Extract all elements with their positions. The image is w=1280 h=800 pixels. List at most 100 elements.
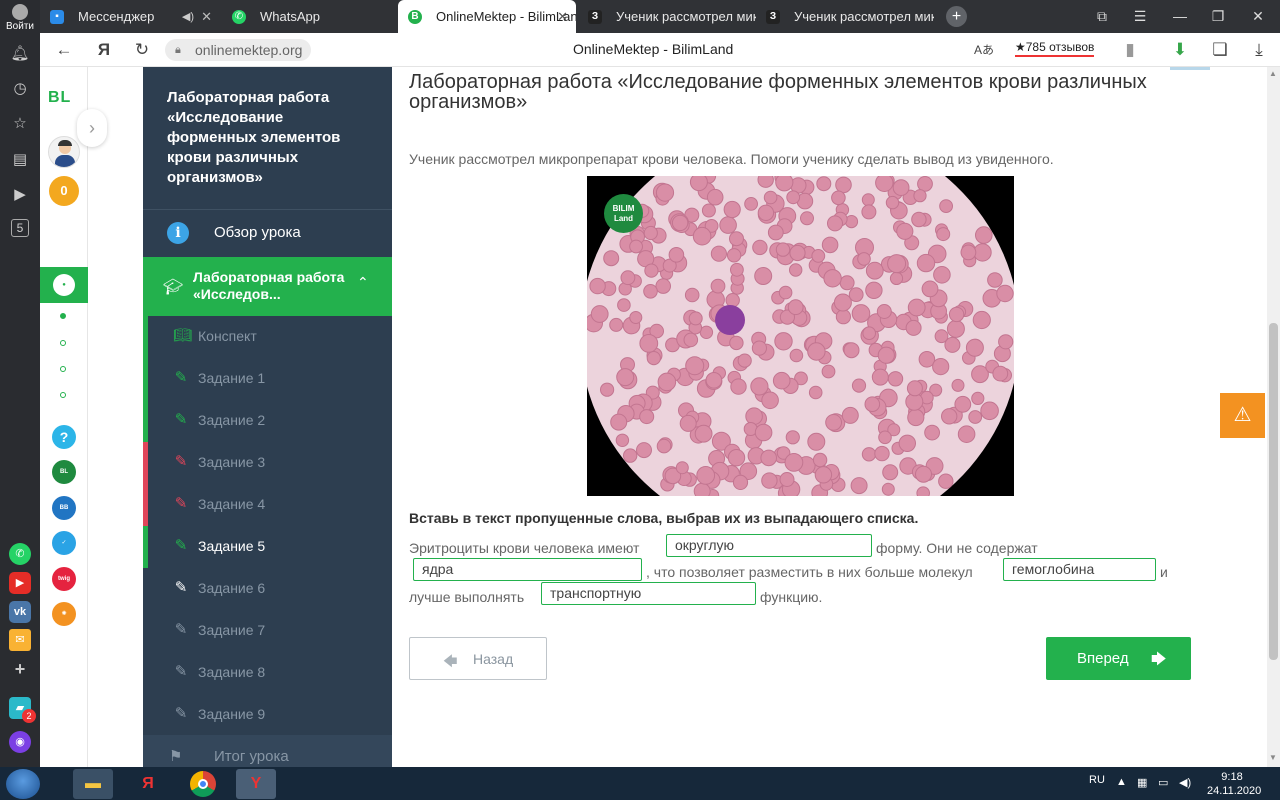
nav-section-lab[interactable]: 🎓︎ Лабораторная работа «Исследов... ⌃ xyxy=(143,257,392,316)
volume-icon[interactable]: ◀) xyxy=(1179,776,1191,789)
nav-item-task-4[interactable]: ✎ Задание 4 xyxy=(143,484,392,526)
network-icon[interactable]: ▦ xyxy=(1137,776,1147,789)
imektep-icon[interactable]: ✺ xyxy=(52,602,76,626)
tray-app-icon[interactable]: ▭ xyxy=(1158,776,1168,789)
lesson-nav: Лабораторная работа «Исследование формен… xyxy=(143,67,392,767)
bookmark-icon[interactable]: ▮ xyxy=(1118,38,1142,62)
reload-icon[interactable]: ↻ xyxy=(130,38,154,62)
nav-item-task-5[interactable]: ✎ Задание 5 xyxy=(143,526,392,568)
rail-dot[interactable] xyxy=(60,392,66,398)
scrollbar-thumb[interactable] xyxy=(1269,323,1278,660)
rail-dot[interactable] xyxy=(60,340,66,346)
add-panel-icon[interactable]: + xyxy=(9,658,31,680)
scroll-down-icon[interactable]: ▼ xyxy=(1269,753,1277,762)
tab-onlinemektep[interactable]: B OnlineMektep - BilimLand ✕ xyxy=(398,0,576,33)
bilimland-logo[interactable]: BL xyxy=(48,89,71,107)
login-button[interactable]: Войти xyxy=(5,4,35,32)
reviews-badge[interactable]: ★785 отзывов xyxy=(1015,39,1095,57)
report-problem-button[interactable]: ⚠ xyxy=(1220,393,1265,438)
star-icon[interactable]: ☆ xyxy=(8,112,32,136)
answer-select-2[interactable]: ядра xyxy=(413,558,642,581)
scroll-up-icon[interactable]: ▲ xyxy=(1269,69,1277,78)
collapse-rail-button[interactable]: › xyxy=(77,109,107,147)
sentence-text: функцию. xyxy=(760,589,823,605)
close-tab-icon[interactable]: ✕ xyxy=(201,9,212,25)
download-manager-icon[interactable]: ⬇ xyxy=(1168,38,1192,62)
chrome-icon[interactable] xyxy=(183,769,223,799)
minimize-button[interactable]: — xyxy=(1162,0,1198,33)
alice-icon[interactable]: ◉ xyxy=(9,731,31,753)
downloads-icon[interactable]: ⤓ xyxy=(1247,38,1271,62)
tab-search-1[interactable]: З Ученик рассмотрел микр xyxy=(578,0,756,33)
tab-messenger[interactable]: ▪ Мессенджер ◀) ✕ xyxy=(40,0,220,33)
scrollbar[interactable]: ▲ ▼ xyxy=(1267,67,1280,767)
language-indicator[interactable]: RU xyxy=(1089,774,1105,786)
chevron-up-icon[interactable]: ⌃ xyxy=(357,274,369,291)
mail-icon[interactable]: ✉ xyxy=(9,629,31,651)
red-blood-cell xyxy=(689,176,708,192)
history-icon[interactable]: ◷ xyxy=(8,77,32,101)
nav-item-task-3[interactable]: ✎ Задание 3 xyxy=(143,442,392,484)
mute-icon[interactable]: ◀) xyxy=(182,10,194,23)
tab-whatsapp[interactable]: ✆ WhatsApp xyxy=(222,0,397,33)
url-field[interactable]: 🔒︎ onlinemektep.org xyxy=(165,39,311,61)
help-icon[interactable]: ? xyxy=(52,425,76,449)
whatsapp-icon[interactable]: ✆ xyxy=(9,543,31,565)
edit-icon: ✎ xyxy=(174,537,188,554)
rail-item-onlinemektep[interactable]: ● xyxy=(40,267,88,303)
blood-cells xyxy=(587,176,1014,496)
translate-icon[interactable]: Aあ xyxy=(972,38,996,62)
nav-final[interactable]: ⚑ Итог урока xyxy=(143,735,392,767)
nav-item-task-2[interactable]: ✎ Задание 2 xyxy=(143,400,392,442)
file-explorer-icon[interactable]: ▬ xyxy=(73,769,113,799)
twig-icon[interactable]: twig xyxy=(52,567,76,591)
notes-icon[interactable]: 5 xyxy=(11,219,29,237)
yandex-icon[interactable]: Я xyxy=(92,38,116,62)
back-arrow-icon[interactable]: ← xyxy=(52,38,76,62)
sentence-text: Эритроциты крови человека имеют xyxy=(409,540,640,556)
nav-item-task-6[interactable]: ✎ Задание 6 xyxy=(143,568,392,610)
new-tab-button[interactable]: + xyxy=(946,6,967,27)
red-blood-cell xyxy=(861,447,877,462)
bilimclass-icon[interactable]: ✓ xyxy=(52,531,76,555)
nav-overview[interactable]: i Обзор урока xyxy=(143,210,392,257)
red-blood-cell xyxy=(705,372,723,389)
red-blood-cell xyxy=(916,486,930,496)
yandex-active-icon[interactable]: Y xyxy=(236,769,276,799)
rail-dot[interactable] xyxy=(60,313,66,319)
nav-item-task-9[interactable]: ✎ Задание 9 xyxy=(143,694,392,736)
nav-item-konspekt[interactable]: 📖︎ Конспект xyxy=(143,316,392,358)
red-blood-cell xyxy=(850,477,868,495)
nav-item-task-1[interactable]: ✎ Задание 1 xyxy=(143,358,392,400)
menu-icon[interactable]: ☰ xyxy=(1122,0,1158,33)
bilimland-app-icon[interactable]: BL xyxy=(52,460,76,484)
next-button[interactable]: Вперед 🡆 xyxy=(1046,637,1191,680)
rail-dot[interactable] xyxy=(60,366,66,372)
bilimbook-icon[interactable]: BB xyxy=(52,496,76,520)
close-tab-icon[interactable]: ✕ xyxy=(557,9,568,25)
restore-button[interactable]: ❐ xyxy=(1200,0,1236,33)
nav-item-task-8[interactable]: ✎ Задание 8 xyxy=(143,652,392,694)
nav-item-task-7[interactable]: ✎ Задание 7 xyxy=(143,610,392,652)
bell-icon[interactable]: 🔔︎ xyxy=(8,42,32,66)
answer-select-3[interactable]: гемоглобина xyxy=(1003,558,1156,581)
media-icon[interactable]: ▶ xyxy=(8,183,32,207)
clock[interactable]: 9:18 24.11.2020 xyxy=(1207,770,1261,798)
answer-select-1[interactable]: округлую xyxy=(666,534,872,557)
red-blood-cell xyxy=(730,378,747,395)
tab-search-2[interactable]: З Ученик рассмотрел микр xyxy=(756,0,934,33)
coins-badge[interactable]: 0 xyxy=(49,176,79,206)
yandex-browser-icon[interactable]: Я xyxy=(128,769,168,799)
status-bar xyxy=(143,316,148,358)
tabs-icon[interactable]: ⧉ xyxy=(1084,0,1120,33)
answer-select-4[interactable]: транспортную xyxy=(541,582,756,605)
back-button[interactable]: 🡄 Назад xyxy=(409,637,547,680)
collections-icon[interactable]: ❏ xyxy=(1208,38,1232,62)
youtube-icon[interactable]: ▶ xyxy=(9,572,31,594)
close-window-button[interactable]: ✕ xyxy=(1240,0,1276,33)
zen-icon[interactable]: ▤ xyxy=(8,148,32,172)
vk-icon[interactable]: vk xyxy=(9,601,31,623)
start-button[interactable] xyxy=(6,769,40,799)
tray-expand-icon[interactable]: ▲ xyxy=(1116,776,1127,788)
avatar[interactable] xyxy=(48,136,80,168)
